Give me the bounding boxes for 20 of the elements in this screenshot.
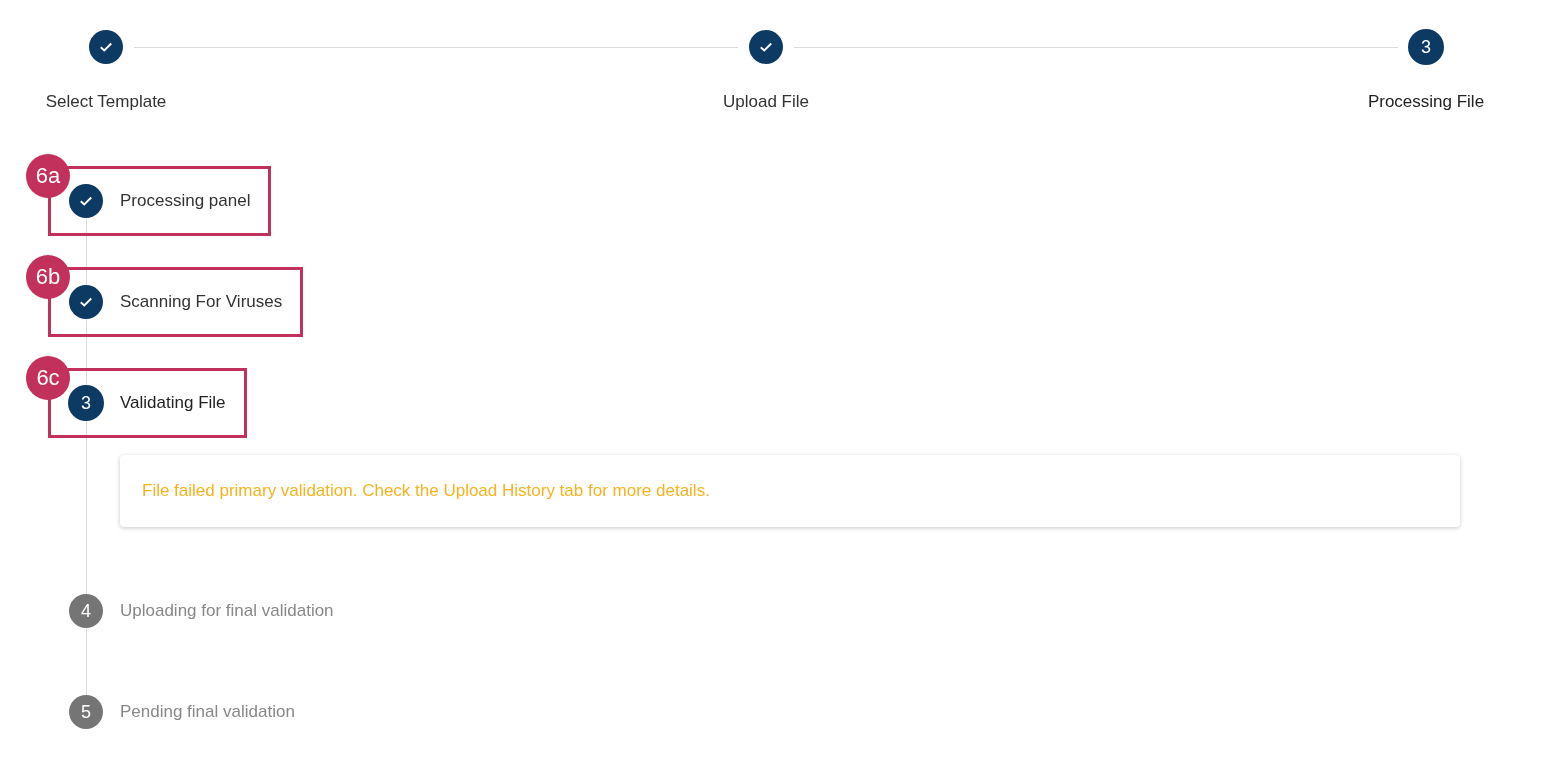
checkmark-icon (99, 41, 113, 53)
checkmark-icon (79, 296, 93, 308)
step-indicator: 3 (69, 386, 103, 420)
step-indicator: 3 (1409, 30, 1443, 64)
step-label: Pending final validation (120, 702, 295, 722)
step-label: Upload File (723, 92, 809, 112)
step-indicator: 4 (69, 594, 103, 628)
checkmark-icon (759, 41, 773, 53)
step-label: Processing panel (120, 191, 251, 211)
checkmark-icon (79, 195, 93, 207)
step-label: Uploading for final validation (120, 601, 334, 621)
annotation-badge: 6b (26, 255, 70, 299)
step-indicator: 5 (69, 695, 103, 729)
error-message: File failed primary validation. Check the Upload History tab for more details. (120, 455, 1460, 527)
step-label: Validating File (120, 393, 226, 413)
annotation-badge: 6c (26, 356, 70, 400)
step-label: Processing File (1367, 92, 1485, 112)
annotation-badge: 6a (26, 154, 70, 198)
step-label: Scanning For Viruses (120, 292, 283, 312)
step-label: Select Template (45, 92, 167, 112)
